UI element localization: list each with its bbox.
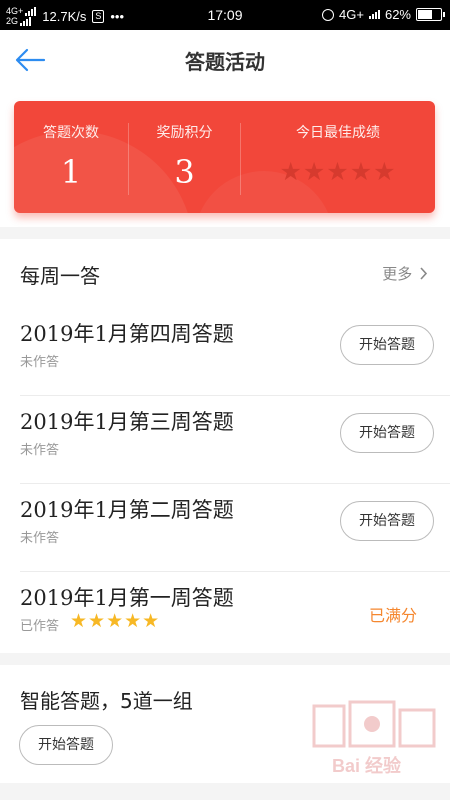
quiz-title: 2019年1月第四周答题 [20,322,234,346]
best-score-stat: 今日最佳成绩 ★★★★★ [241,101,435,213]
start-quiz-button[interactable]: 开始答题 [340,413,434,453]
quiz-status: 已作答 [20,619,60,634]
quiz-row: 2019年1月第一周答题 已作答 ★★★★★ 已满分 [0,572,450,660]
quiz-title: 2019年1月第二周答题 [20,498,234,522]
points-label: 奖励积分 [156,125,213,141]
baidu-watermark-logo: Bai 经验 [310,700,440,790]
best-score-stars: ★★★★★ [279,157,397,186]
quiz-title: 2019年1月第一周答题 [20,586,234,610]
quiz-status: 未作答 [20,443,60,458]
more-link[interactable]: 更多 [382,263,428,284]
summary-card: 答题次数 1 奖励积分 3 今日最佳成绩 ★★★★★ [14,101,435,213]
chevron-right-icon [420,267,428,280]
page-title: 答题活动 [185,50,265,74]
weekly-quiz-section: 每周一答 更多 2019年1月第四周答题 未作答 开始答题 2019年1月第三周… [0,239,450,653]
score-stars: ★★★★★ [70,610,161,632]
best-score-label: 今日最佳成绩 [296,125,380,141]
full-score-badge: 已满分 [368,606,417,625]
alarm-icon [322,8,335,21]
battery-percent: 62% [384,7,411,22]
start-quiz-button[interactable]: 开始答题 [340,325,434,365]
status-bar: 4G+ 2G 12.7K/s S ••• 17:09 4G+ 62% [0,0,450,30]
section-title: 每周一答 [20,264,100,288]
more-label: 更多 [382,265,413,283]
quiz-status: 未作答 [20,355,60,370]
start-smart-quiz-button[interactable]: 开始答题 [19,725,113,765]
battery-icon [416,8,445,21]
quiz-row: 2019年1月第二周答题 未作答 开始答题 [0,484,450,572]
points-value: 3 [174,153,195,191]
network-type-right: 4G+ [339,7,364,22]
smart-quiz-title: 智能答题，5道一组 [20,689,193,713]
quiz-row: 2019年1月第三周答题 未作答 开始答题 [0,396,450,484]
points-stat: 奖励积分 3 [129,101,240,213]
answer-count-stat: 答题次数 1 [14,101,128,213]
signal-icon [368,10,380,19]
status-right: 4G+ 62% [322,7,445,22]
quiz-status: 未作答 [20,531,60,546]
watermark-text: Bai 经验 [332,756,402,776]
quiz-title: 2019年1月第三周答题 [20,410,234,434]
battery-level [418,10,432,19]
answer-count-label: 答题次数 [43,125,99,141]
nav-bar: 答题活动 [0,30,450,90]
answer-count-value: 1 [60,153,82,191]
quiz-row: 2019年1月第四周答题 未作答 开始答题 [0,308,450,396]
summary-section: 答题次数 1 奖励积分 3 今日最佳成绩 ★★★★★ [0,90,450,227]
start-quiz-button[interactable]: 开始答题 [340,501,434,541]
